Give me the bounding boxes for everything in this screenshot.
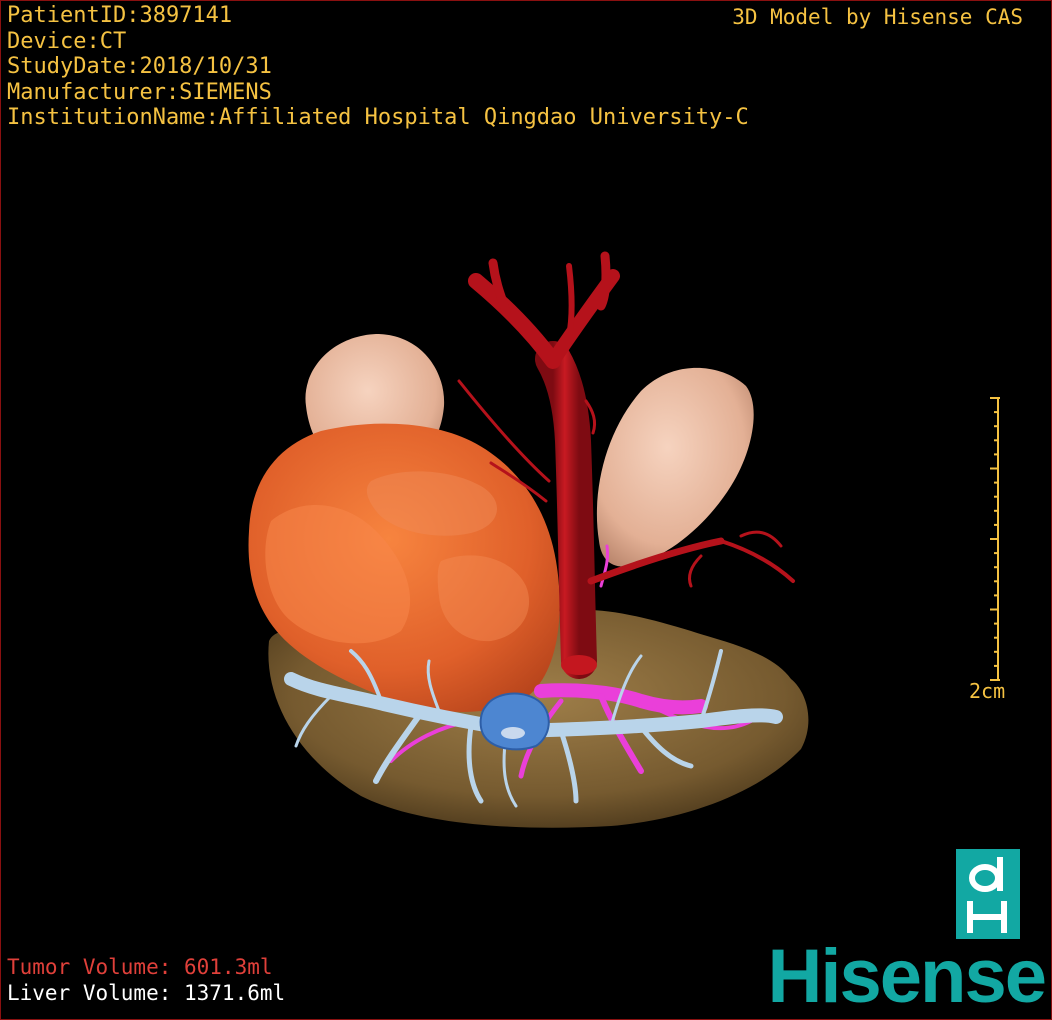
organ-3d-model[interactable] xyxy=(1,1,1052,1020)
liver-volume-label: Liver Volume: 1371.6ml xyxy=(7,981,286,1005)
device-label: Device:CT xyxy=(7,28,127,54)
study-date-label: StudyDate:2018/10/31 xyxy=(7,54,272,79)
study-info-overlay: PatientID:3897141 Device:CT StudyDate:20… xyxy=(7,3,749,131)
hisense-wordmark: Hisense xyxy=(767,934,1047,1019)
hisense-logo-icon xyxy=(956,849,1020,939)
biliary-confluence-model xyxy=(479,692,550,751)
3d-viewport[interactable]: PatientID:3897141 Device:CT StudyDate:20… xyxy=(0,0,1052,1020)
right-kidney-model xyxy=(596,367,754,567)
institution-label: InstitutionName:Affiliated Hospital Qing… xyxy=(7,105,749,130)
tumor-volume-label: Tumor Volume: 601.3ml xyxy=(7,955,273,979)
patient-id-label: PatientID:3897141 xyxy=(7,3,233,28)
volume-readout: Tumor Volume: 601.3ml Liver Volume: 1371… xyxy=(7,954,285,1006)
biliary-confluence-lumen xyxy=(501,727,525,739)
manufacturer-label: Manufacturer:SIEMENS xyxy=(7,79,272,105)
model-credit-label: 3D Model by Hisense CAS xyxy=(732,5,1023,29)
scale-bar-label: 2cm xyxy=(969,679,1006,703)
